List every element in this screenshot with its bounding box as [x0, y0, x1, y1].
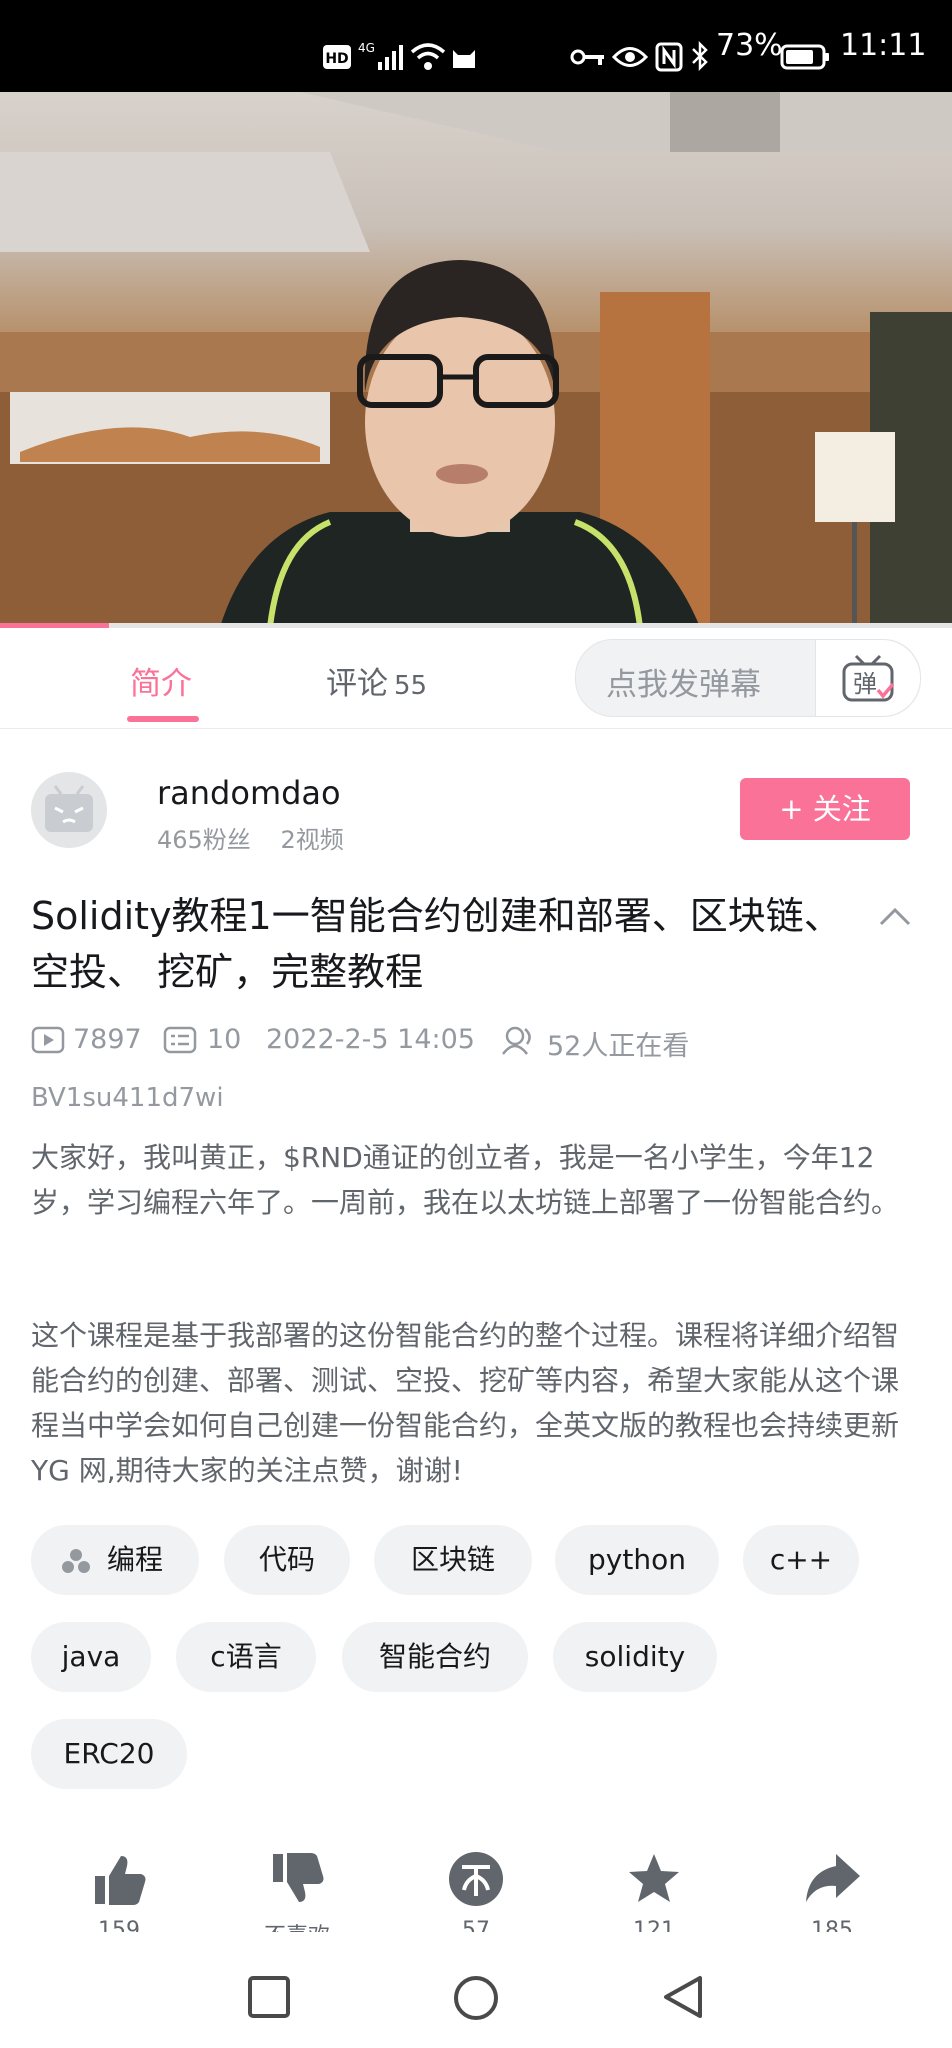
share-button[interactable]: 185: [777, 1850, 887, 1932]
star-icon: [629, 1854, 679, 1902]
favorite-count: 121: [633, 1918, 675, 1932]
watching-count: 52人正在看: [547, 1031, 690, 1062]
uploader-stats: 465粉丝 2视频: [157, 820, 344, 855]
uploader-fans: 465粉丝: [157, 826, 251, 854]
view-count: 7897: [73, 1024, 142, 1055]
wifi-icon: [410, 43, 446, 70]
collapse-chevron-icon[interactable]: [875, 898, 915, 938]
uploader-avatar[interactable]: [31, 772, 107, 848]
video-title: Solidity教程1一智能合约创建和部署、区块链、空投、 挖矿，完整教程: [31, 894, 842, 994]
danmaku-count: 10: [207, 1024, 242, 1055]
video-meta: 7897 10 2022-2-5 14:05 52人正在看: [31, 1022, 931, 1062]
coin-icon: [449, 1852, 503, 1906]
tag-chip[interactable]: c语言: [176, 1622, 316, 1692]
eye-icon: [612, 47, 648, 67]
bluetooth-icon: [692, 40, 708, 72]
system-nav-bar: [0, 1950, 952, 2048]
tag-chip[interactable]: 区块链: [374, 1525, 532, 1595]
tab-intro[interactable]: 简介: [130, 658, 192, 703]
tab-bar: 简介 评论 55 点我发弹幕 弹: [0, 628, 952, 729]
thumbs-up-icon: [95, 1856, 146, 1905]
watching-icon: [502, 1026, 531, 1055]
tab-comments-count: 55: [394, 671, 428, 701]
description-paragraph-1: 大家好，我叫黄正，$RND通证的创立者，我是一名小学生，今年12岁，学习编程六年…: [31, 1141, 900, 1219]
publish-date: 2022-2-5 14:05: [266, 1024, 475, 1055]
share-count: 185: [811, 1918, 853, 1932]
home-circle-icon[interactable]: [450, 1972, 502, 2024]
clock: 11:11: [840, 28, 927, 63]
thumbs-down-icon: [273, 1853, 324, 1902]
danmu-icon: 弹: [842, 654, 895, 702]
danmaku-count-icon: [163, 1026, 197, 1054]
favorite-button[interactable]: 121: [599, 1850, 709, 1932]
tag-chip[interactable]: 代码: [224, 1525, 350, 1595]
battery-percent: 73%: [716, 28, 783, 63]
dislike-button[interactable]: 不喜欢: [242, 1850, 352, 1932]
danmu-toggle-button[interactable]: 弹: [815, 640, 920, 716]
svg-text:HD: HD: [325, 51, 348, 67]
play-count-icon: [31, 1026, 65, 1054]
description-paragraph-2: 这个课程是基于我部署的这份智能合约的整个过程。课程将详细介绍智能合约的创建、部署…: [31, 1319, 908, 1487]
like-count: 159: [98, 1918, 140, 1932]
tag-chip-channel[interactable]: 编程: [31, 1525, 199, 1595]
video-player[interactable]: [0, 92, 952, 627]
coin-count: 57: [462, 1918, 490, 1932]
dislike-label: 不喜欢: [242, 1918, 352, 1932]
coin-button[interactable]: 57: [421, 1850, 531, 1932]
avatar-placeholder-icon: [45, 785, 93, 832]
bvid[interactable]: BV1su411d7wi: [31, 1083, 224, 1113]
video-frame: [0, 92, 952, 627]
uploader-video-count: 2视频: [280, 826, 344, 854]
tag-chip[interactable]: solidity: [553, 1622, 717, 1692]
share-icon: [806, 1854, 860, 1902]
tag-chip[interactable]: python: [555, 1525, 719, 1595]
tag-label: 编程: [107, 1543, 164, 1576]
signal-icon: 4G: [358, 41, 403, 70]
channel-icon: [62, 1549, 90, 1573]
tag-chip[interactable]: c++: [743, 1525, 859, 1595]
action-bar: 159 不喜欢 57 121 185: [0, 1850, 952, 1950]
tab-comments[interactable]: 评论 55: [326, 658, 427, 703]
tab-comments-label: 评论: [326, 666, 388, 702]
tag-chip[interactable]: 智能合约: [342, 1622, 528, 1692]
hd-icon: HD: [323, 45, 351, 69]
active-tab-indicator: [127, 716, 199, 722]
svg-text:弹: 弹: [853, 670, 877, 698]
danmu-placeholder: 点我发弹幕: [606, 667, 761, 703]
svg-text:4G: 4G: [358, 41, 375, 55]
follow-button[interactable]: + 关注: [740, 778, 910, 840]
nfc-icon: [655, 42, 683, 72]
status-bar: HD 4G 73% 11:11: [0, 0, 952, 92]
like-button[interactable]: 159: [64, 1850, 174, 1932]
battery-icon: [780, 44, 829, 70]
uploader-name[interactable]: randomdao: [157, 774, 341, 812]
danmu-input[interactable]: 点我发弹幕 弹: [575, 639, 921, 717]
tag-chip[interactable]: java: [31, 1622, 151, 1692]
back-triangle-icon[interactable]: [658, 1972, 708, 2022]
key-icon: [570, 49, 604, 65]
recents-square-icon[interactable]: [244, 1972, 294, 2022]
tag-chip[interactable]: ERC20: [31, 1719, 187, 1789]
cat-icon: [453, 50, 475, 68]
